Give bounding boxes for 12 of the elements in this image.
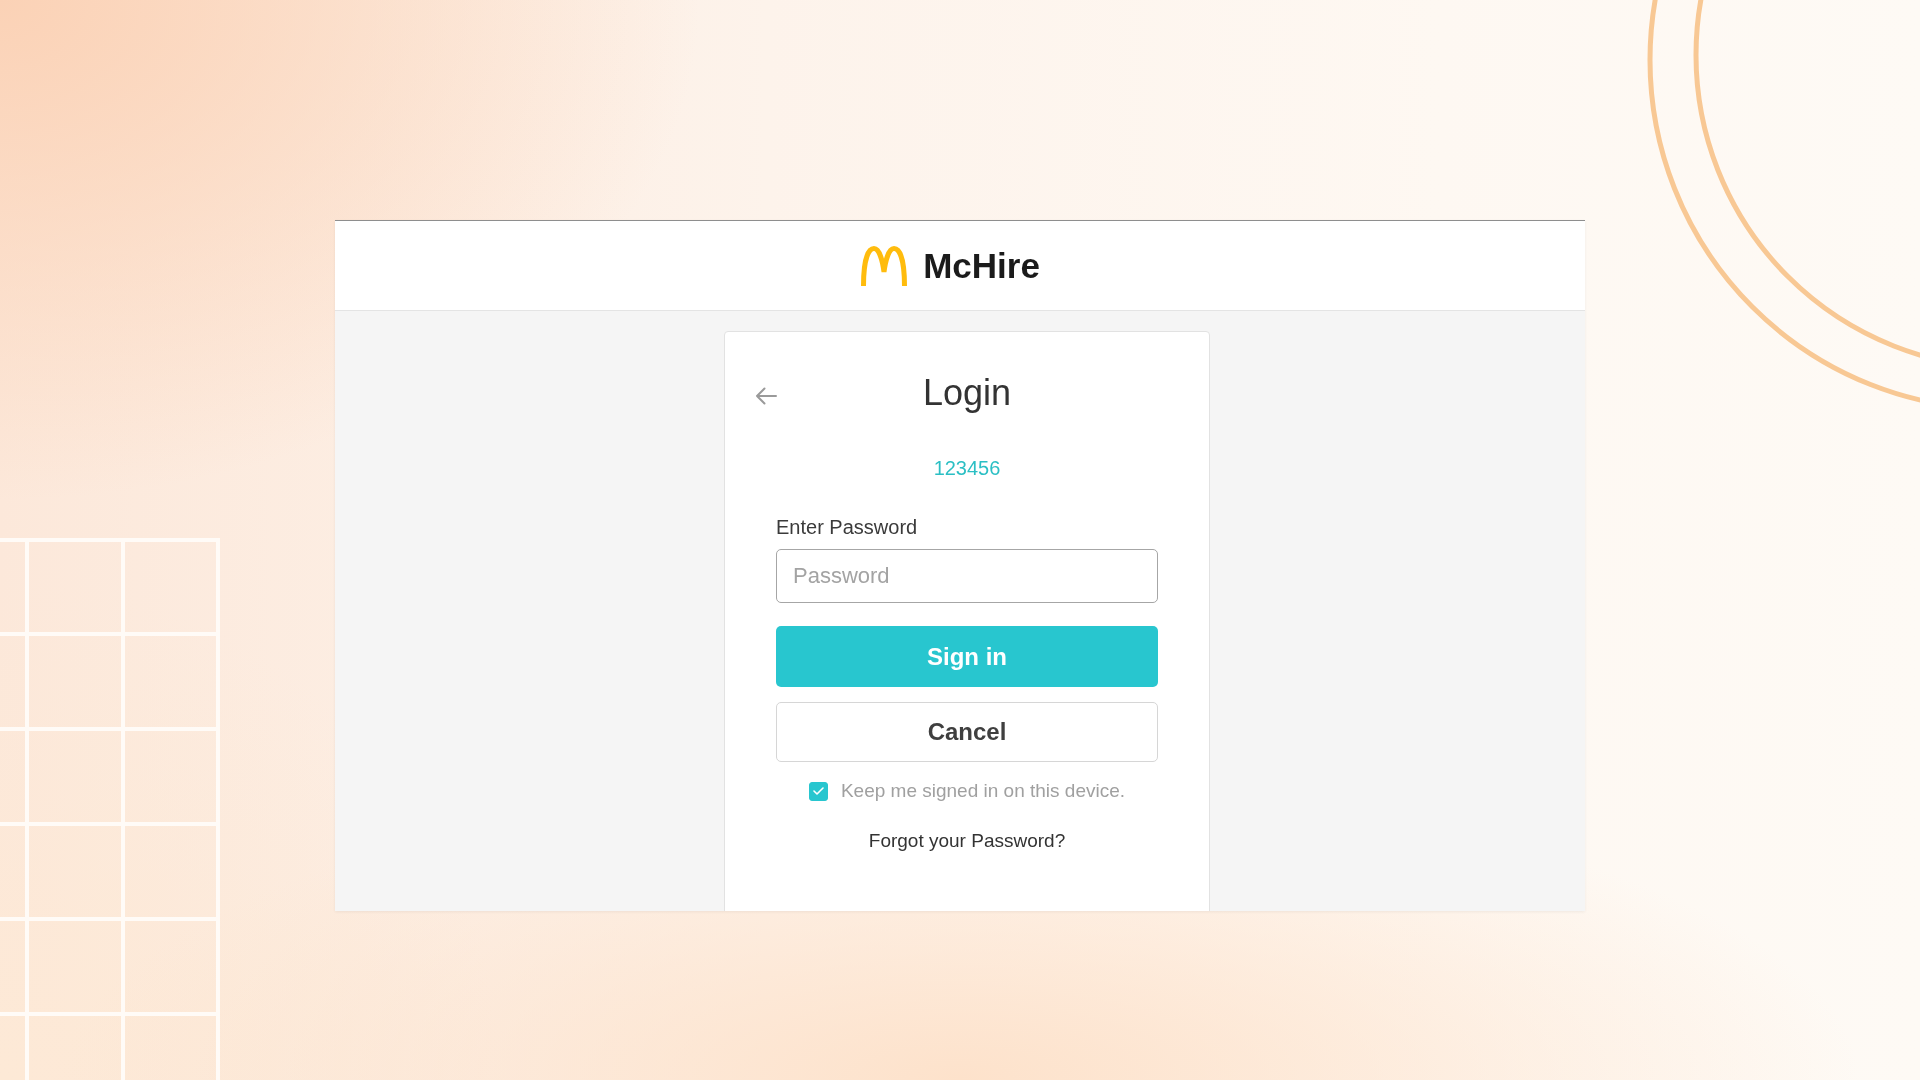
cancel-button[interactable]: Cancel — [776, 702, 1158, 762]
back-arrow-icon[interactable] — [755, 387, 777, 405]
password-label: Enter Password — [776, 515, 918, 539]
keep-signed-in-label: Keep me signed in on this device. — [840, 779, 1126, 803]
keep-signed-in-checkbox[interactable] — [808, 781, 828, 801]
account-id: 123456 — [933, 456, 1001, 480]
password-field[interactable]: Password — [776, 549, 1158, 603]
brand-name: McHire — [923, 245, 1040, 286]
forgot-password-link[interactable]: Forgot your Password? — [868, 829, 1066, 853]
arches-logo-icon — [860, 245, 909, 286]
login-title: Login — [921, 371, 1013, 415]
checkmark-icon — [812, 787, 824, 795]
